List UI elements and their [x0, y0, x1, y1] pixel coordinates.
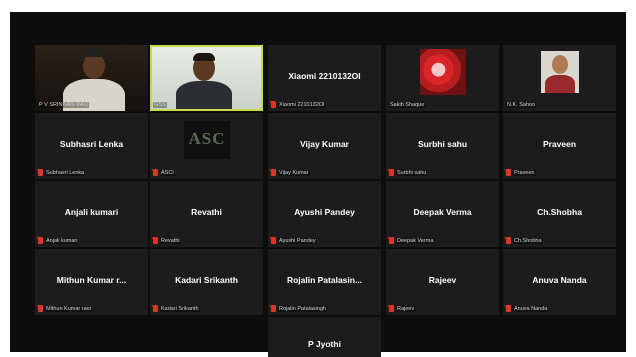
participant-tile[interactable]: Anuva Nanda Anuva Nanda — [503, 249, 616, 315]
participant-name: Deepak Verma — [413, 207, 472, 217]
participant-label: GSS — [153, 102, 167, 108]
participant-label: Mithun Kumar raoi — [45, 305, 92, 312]
participant-tile[interactable]: Praveen Praveen — [503, 113, 616, 179]
participant-label: Xiaomi 2210132OI — [278, 101, 326, 108]
participant-name: Revathi — [191, 207, 222, 217]
participant-name: Kadari Srikanth — [175, 275, 238, 285]
participant-tile[interactable]: N.K. Sahoo — [503, 45, 616, 111]
participant-label: Ayushi Pandey — [278, 237, 317, 244]
participant-tile[interactable]: Ch.Shobha Ch.Shobha — [503, 181, 616, 247]
participant-label: P V SRINIVAS RAO — [38, 102, 90, 108]
muted-mic-icon — [153, 305, 158, 312]
participant-name: Mithun Kumar r... — [56, 275, 127, 285]
participant-label: Praveen — [513, 169, 536, 176]
zoom-gallery-view: P V SRINIVAS RAO GSS Xiaomi 2210132OI Xi… — [10, 12, 626, 357]
participant-name: Surbhi sahu — [417, 139, 468, 149]
muted-mic-icon — [38, 237, 43, 244]
participant-name: Vijay Kumar — [300, 139, 349, 149]
participant-tile-video-active-speaker[interactable]: GSS — [150, 45, 263, 111]
participant-label: Deepak Verma — [396, 237, 435, 244]
muted-mic-icon — [506, 169, 511, 176]
muted-mic-icon — [389, 169, 394, 176]
participant-label: Vijay Kumar — [278, 169, 310, 176]
asc-logo-text: ASC — [188, 129, 226, 148]
participant-name: Subhasri Lenka — [59, 139, 124, 149]
participant-label: Revathi — [160, 237, 181, 244]
muted-mic-icon — [506, 237, 511, 244]
participant-label: ASCI — [160, 169, 175, 176]
participant-name: Rajeev — [428, 275, 457, 285]
muted-mic-icon — [389, 305, 394, 312]
participant-name: Ch.Shobha — [537, 207, 582, 217]
participant-label: Surbhi sahu — [396, 169, 428, 176]
muted-mic-icon — [153, 169, 158, 176]
participant-name: Anjali kumari — [64, 207, 119, 217]
participant-name: Xiaomi 2210132OI — [288, 71, 361, 81]
participant-label: Rojalin Patalasingh — [278, 305, 328, 312]
participant-tile[interactable]: Subhasri Lenka Subhasri Lenka — [35, 113, 148, 179]
participant-tile[interactable]: Rajeev Rajeev — [386, 249, 499, 315]
participant-tile-video[interactable]: P V SRINIVAS RAO — [35, 45, 148, 111]
muted-mic-icon — [38, 305, 43, 312]
participant-tile[interactable]: Kadari Srikanth Kadari Srikanth — [150, 249, 263, 315]
participant-tile[interactable]: Surbhi sahu Surbhi sahu — [386, 113, 499, 179]
muted-mic-icon — [271, 101, 276, 108]
participant-label: Sakib Shaque — [389, 102, 426, 108]
participant-name: P Jyothi — [308, 339, 341, 349]
profile-picture-flowers — [420, 49, 466, 95]
profile-picture-logo: ASC — [184, 121, 230, 159]
muted-mic-icon — [38, 169, 43, 176]
participant-label: Rajeev — [396, 305, 416, 312]
participant-label: N.K. Sahoo — [506, 102, 537, 108]
muted-mic-icon — [506, 305, 511, 312]
muted-mic-icon — [271, 169, 276, 176]
muted-mic-icon — [389, 237, 394, 244]
participant-tile[interactable]: Ayushi Pandey Ayushi Pandey — [268, 181, 381, 247]
participant-tile[interactable]: ASC ASCI — [150, 113, 263, 179]
participant-tile[interactable]: P Jyothi — [268, 317, 381, 357]
participant-tile[interactable]: Deepak Verma Deepak Verma — [386, 181, 499, 247]
participant-label: Subhasri Lenka — [45, 169, 86, 176]
participant-label: Kadari Srikanth — [160, 305, 200, 312]
participant-tile[interactable]: Sakib Shaque — [386, 45, 499, 111]
participant-tile[interactable]: Mithun Kumar r... Mithun Kumar raoi — [35, 249, 148, 315]
participant-tile[interactable]: Revathi Revathi — [150, 181, 263, 247]
participant-tile[interactable]: Anjali kumari Anjali kumari — [35, 181, 148, 247]
participant-name: Ayushi Pandey — [294, 207, 355, 217]
participant-tile[interactable]: Xiaomi 2210132OI Xiaomi 2210132OI — [268, 45, 381, 111]
participant-label: Anjali kumari — [45, 237, 79, 244]
participant-name: Rojalin Patalasin... — [286, 275, 363, 285]
participant-tile[interactable]: Rojalin Patalasin... Rojalin Patalasingh — [268, 249, 381, 315]
participant-video — [152, 47, 261, 109]
muted-mic-icon — [153, 237, 158, 244]
participant-tile[interactable]: Vijay Kumar Vijay Kumar — [268, 113, 381, 179]
profile-picture — [541, 51, 579, 93]
participant-name: Praveen — [542, 139, 577, 149]
muted-mic-icon — [271, 237, 276, 244]
participant-label: Ch.Shobha — [513, 237, 543, 244]
participant-name: Anuva Nanda — [532, 275, 587, 285]
muted-mic-icon — [271, 305, 276, 312]
participant-label: Anuva Nanda — [513, 305, 549, 312]
